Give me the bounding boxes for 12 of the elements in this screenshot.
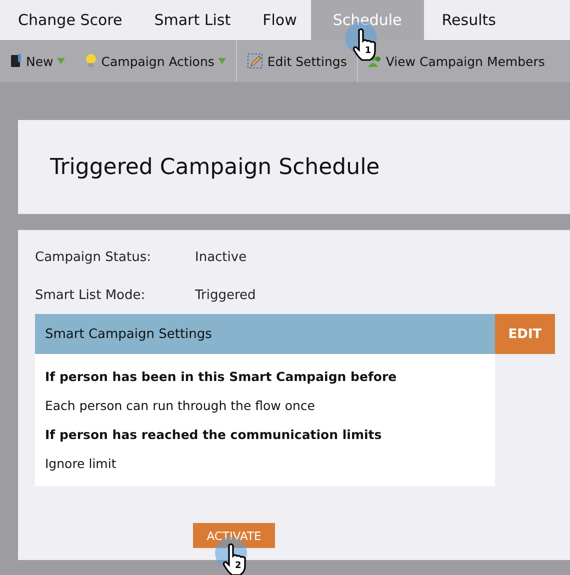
settings-title: Smart Campaign Settings	[45, 326, 212, 342]
setting-text: If person has reached the communication limits	[45, 426, 383, 444]
setting-text: Ignore limit	[45, 455, 118, 473]
setting-text: If person has been in this Smart Campaign before	[45, 368, 398, 386]
setting-text: Each person can run through the flow once	[45, 397, 316, 415]
step-number: 2	[235, 561, 242, 571]
field-value: Inactive	[195, 250, 247, 264]
field-label: Campaign Status:	[35, 250, 152, 264]
field-value: Triggered	[195, 288, 256, 302]
step-number: 1	[364, 46, 372, 56]
field-label: Smart List Mode:	[35, 288, 146, 302]
page-title: Triggered Campaign Schedule	[50, 154, 380, 180]
